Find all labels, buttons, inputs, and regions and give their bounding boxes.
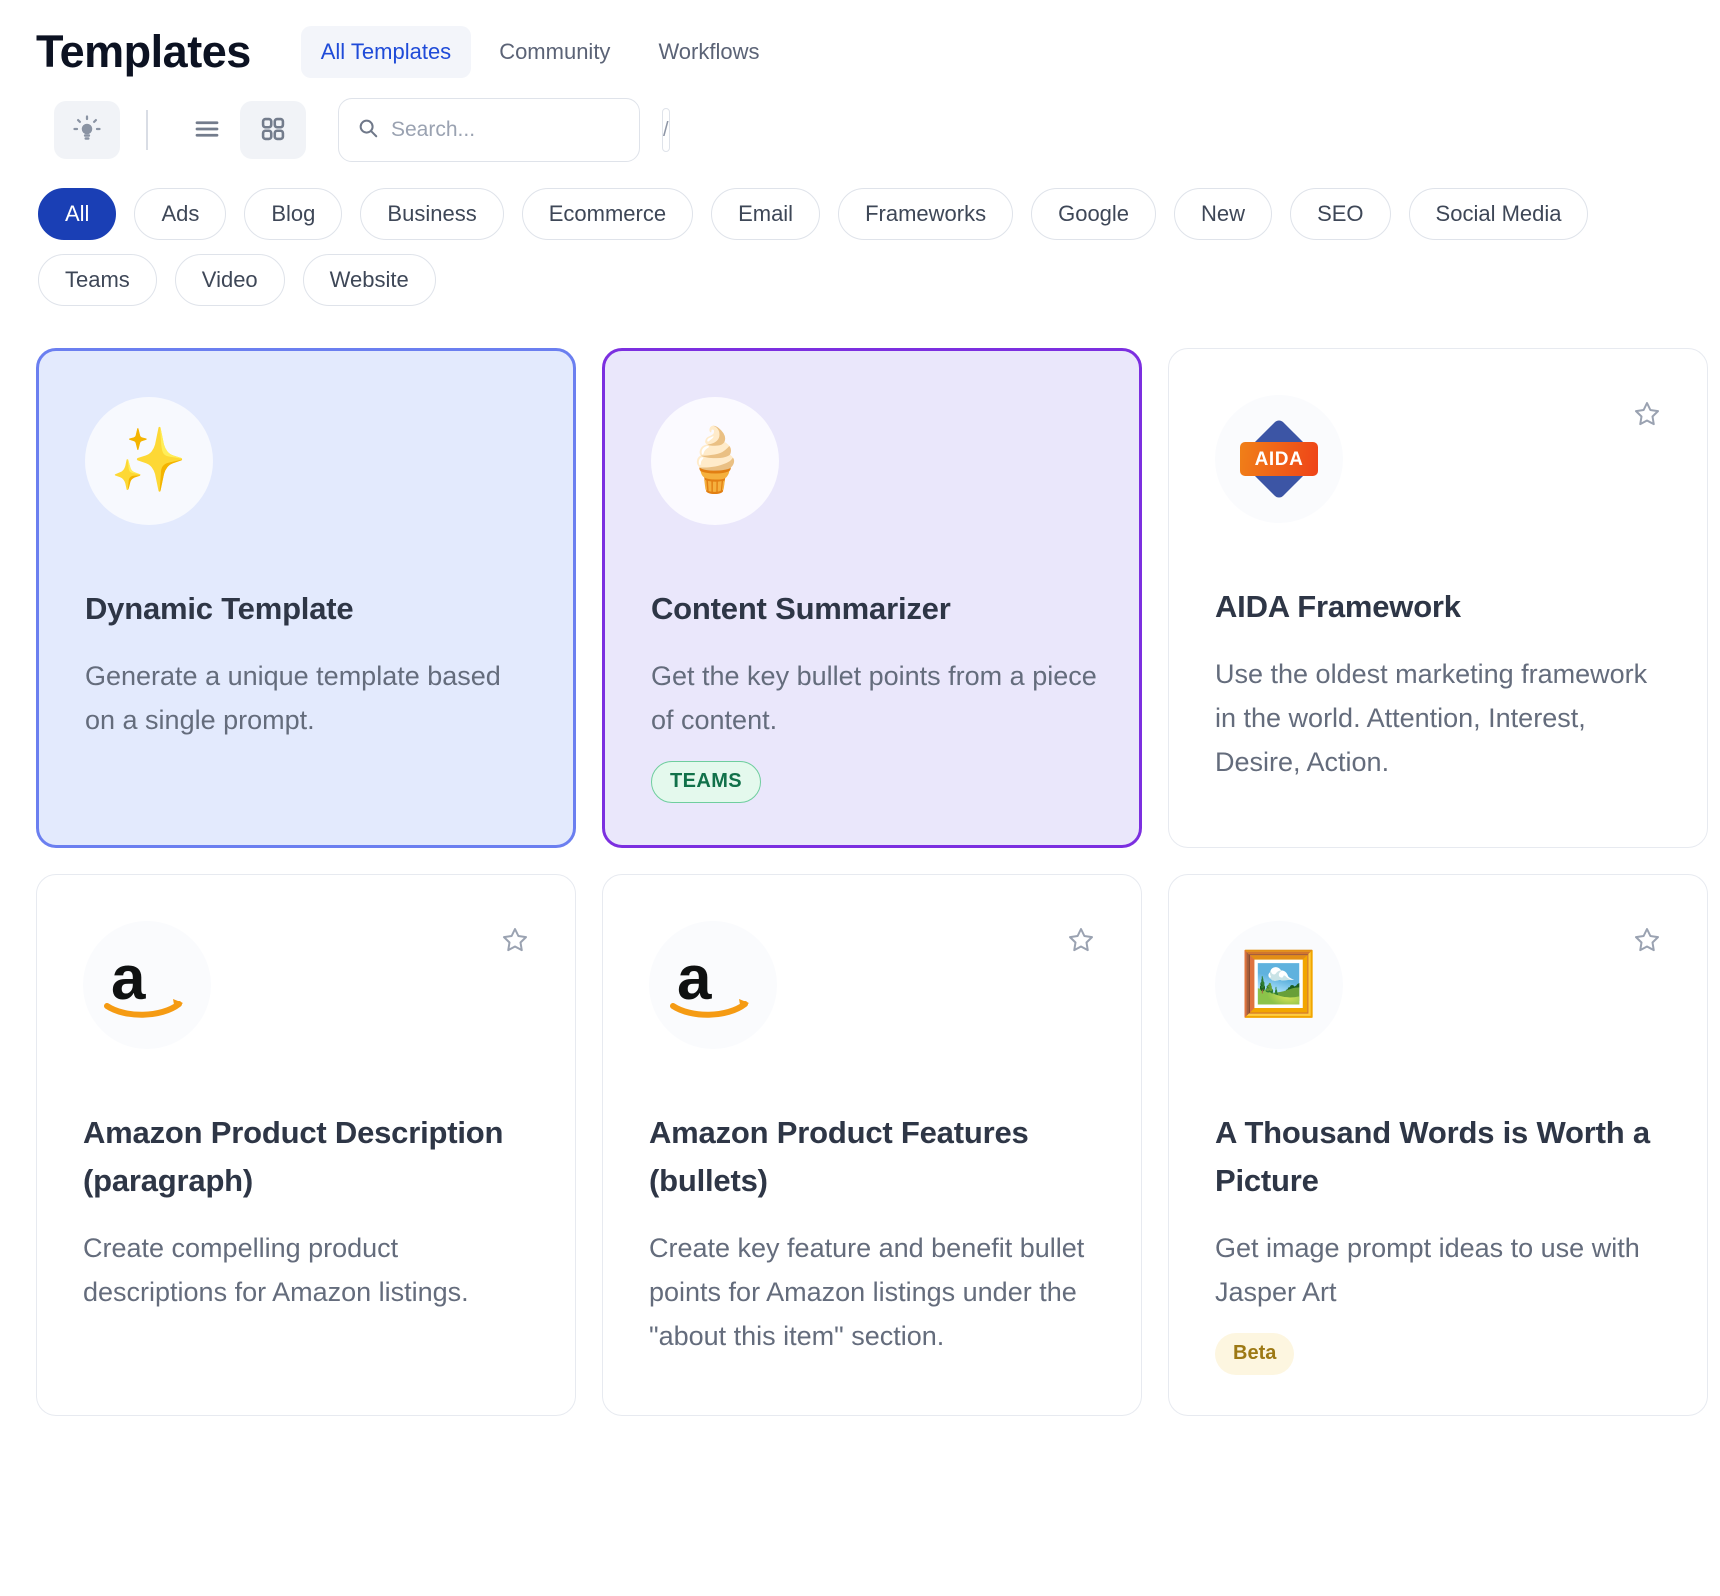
nav-tabs: All Templates Community Workflows bbox=[301, 26, 780, 78]
card-title: Amazon Product Features (bullets) bbox=[649, 1109, 1101, 1205]
search-box[interactable]: / bbox=[338, 98, 640, 162]
search-input[interactable] bbox=[391, 118, 662, 142]
status-badge: TEAMS bbox=[651, 761, 761, 803]
filter-pill-social-media[interactable]: Social Media bbox=[1409, 188, 1589, 240]
filter-pill-blog[interactable]: Blog bbox=[244, 188, 342, 240]
card-title: A Thousand Words is Worth a Picture bbox=[1215, 1109, 1667, 1205]
aida-logo: AIDA bbox=[1236, 416, 1322, 502]
card-description: Generate a unique template based on a si… bbox=[85, 655, 533, 742]
template-card-grid: ✨ Dynamic Template Generate a unique tem… bbox=[36, 348, 1684, 1416]
template-card[interactable]: 🖼️ A Thousand Words is Worth a Picture G… bbox=[1168, 874, 1708, 1416]
list-view-button[interactable] bbox=[174, 101, 240, 159]
svg-text:a: a bbox=[111, 949, 146, 1013]
favorite-star-button[interactable] bbox=[1061, 921, 1101, 961]
template-card[interactable]: 🍦 Content Summarizer Get the key bullet … bbox=[602, 348, 1142, 848]
filter-pill-video[interactable]: Video bbox=[175, 254, 285, 306]
template-card[interactable]: ✨ Dynamic Template Generate a unique tem… bbox=[36, 348, 576, 848]
template-card[interactable]: AIDA AIDA Framework Use the oldest marke… bbox=[1168, 348, 1708, 848]
favorite-star-button[interactable] bbox=[1627, 395, 1667, 435]
favorite-star-button[interactable] bbox=[495, 921, 535, 961]
filter-pill-ecommerce[interactable]: Ecommerce bbox=[522, 188, 693, 240]
page-title: Templates bbox=[36, 26, 251, 78]
filter-pill-seo[interactable]: SEO bbox=[1290, 188, 1390, 240]
toolbar: / bbox=[36, 98, 1684, 162]
filter-pill-website[interactable]: Website bbox=[303, 254, 436, 306]
status-badge: Beta bbox=[1215, 1333, 1294, 1375]
amazon-logo-icon: a bbox=[649, 921, 777, 1049]
grid-view-icon bbox=[259, 115, 287, 146]
amazon-logo: a bbox=[665, 949, 761, 1021]
tab-all-templates[interactable]: All Templates bbox=[301, 26, 471, 78]
amazon-logo-icon: a bbox=[83, 921, 211, 1049]
filter-pill-email[interactable]: Email bbox=[711, 188, 820, 240]
filter-pill-frameworks[interactable]: Frameworks bbox=[838, 188, 1013, 240]
search-shortcut-key: / bbox=[662, 108, 670, 152]
toolbar-divider bbox=[146, 110, 148, 150]
list-view-icon bbox=[192, 114, 222, 147]
tab-community[interactable]: Community bbox=[479, 26, 630, 78]
grid-view-button[interactable] bbox=[240, 101, 306, 159]
card-description: Get image prompt ideas to use with Jaspe… bbox=[1215, 1227, 1667, 1314]
aida-wordmark: AIDA bbox=[1240, 442, 1318, 476]
template-card[interactable]: a Amazon Product Features (bullets) Crea… bbox=[602, 874, 1142, 1416]
filter-pill-ads[interactable]: Ads bbox=[134, 188, 226, 240]
favorite-star-button[interactable] bbox=[1627, 921, 1667, 961]
tab-workflows[interactable]: Workflows bbox=[638, 26, 779, 78]
filter-pill-google[interactable]: Google bbox=[1031, 188, 1156, 240]
lightbulb-icon bbox=[72, 114, 102, 147]
card-title: Dynamic Template bbox=[85, 585, 533, 633]
lightbulb-button[interactable] bbox=[54, 101, 120, 159]
template-card[interactable]: a Amazon Product Description (paragraph)… bbox=[36, 874, 576, 1416]
page-header: Templates All Templates Community Workfl… bbox=[36, 0, 1684, 78]
filter-pill-all[interactable]: All bbox=[38, 188, 116, 240]
filter-pill-new[interactable]: New bbox=[1174, 188, 1272, 240]
ice-cream-icon: 🍦 bbox=[651, 397, 779, 525]
amazon-logo: a bbox=[99, 949, 195, 1021]
card-title: Content Summarizer bbox=[651, 585, 1099, 633]
star-icon bbox=[1632, 925, 1662, 958]
templates-page: Templates All Templates Community Workfl… bbox=[0, 0, 1720, 1596]
star-icon bbox=[500, 925, 530, 958]
card-description: Use the oldest marketing framework in th… bbox=[1215, 653, 1667, 784]
star-icon bbox=[1066, 925, 1096, 958]
card-title: AIDA Framework bbox=[1215, 583, 1667, 631]
framed-picture-icon: 🖼️ bbox=[1215, 921, 1343, 1049]
card-title: Amazon Product Description (paragraph) bbox=[83, 1109, 535, 1205]
card-description: Create compelling product descriptions f… bbox=[83, 1227, 535, 1314]
filter-pill-teams[interactable]: Teams bbox=[38, 254, 157, 306]
star-icon bbox=[1632, 399, 1662, 432]
svg-text:a: a bbox=[677, 949, 712, 1013]
filter-pill-business[interactable]: Business bbox=[360, 188, 503, 240]
card-description: Get the key bullet points from a piece o… bbox=[651, 655, 1099, 742]
search-icon bbox=[357, 117, 379, 144]
aida-logo-icon: AIDA bbox=[1215, 395, 1343, 523]
card-description: Create key feature and benefit bullet po… bbox=[649, 1227, 1101, 1358]
sparkles-icon: ✨ bbox=[85, 397, 213, 525]
filter-pills: All Ads Blog Business Ecommerce Email Fr… bbox=[36, 188, 1684, 306]
